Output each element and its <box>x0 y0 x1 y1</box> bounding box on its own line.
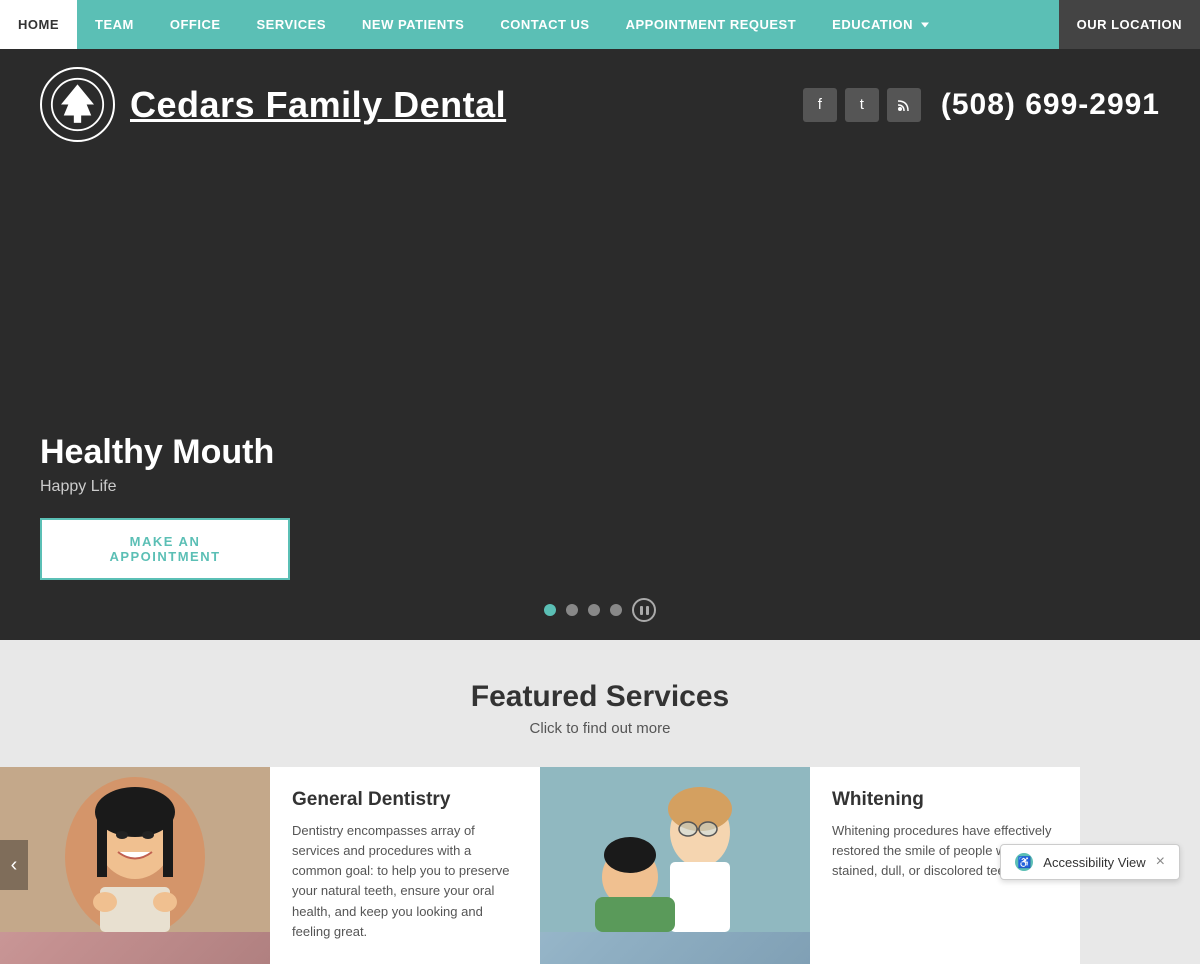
social-icons-group: f t <box>803 88 921 122</box>
person-2-illustration <box>540 767 810 932</box>
slide-dot-4[interactable] <box>610 604 622 616</box>
facebook-icon[interactable]: f <box>803 88 837 122</box>
featured-title: Featured Services <box>0 680 1200 714</box>
service-name-whitening: Whitening <box>832 789 1058 811</box>
pause-bar-right <box>646 606 649 615</box>
carousel-prev-button[interactable]: ‹ <box>0 840 28 890</box>
accessibility-close-button[interactable]: × <box>1156 854 1165 870</box>
slide-dot-1[interactable] <box>544 604 556 616</box>
header-branding: Cedars Family Dental <box>40 67 506 142</box>
nav-home[interactable]: HOME <box>0 0 77 49</box>
service-image-whitening[interactable] <box>540 767 810 964</box>
service-name-general-dentistry: General Dentistry <box>292 789 518 811</box>
main-navigation: HOME TEAM OFFICE SERVICES NEW PATIENTS C… <box>0 0 1200 49</box>
logo-tree-icon <box>50 77 105 132</box>
nav-appointment-request[interactable]: APPOINTMENT REQUEST <box>608 0 815 49</box>
nav-education-wrapper: EDUCATION <box>814 0 937 49</box>
slide-dot-3[interactable] <box>588 604 600 616</box>
hero-subtitle: Happy Life <box>40 478 1160 496</box>
slide-dot-2[interactable] <box>566 604 578 616</box>
nav-office[interactable]: OFFICE <box>152 0 239 49</box>
nav-services[interactable]: SERVICES <box>239 0 345 49</box>
service-desc-general-dentistry: Dentistry encompasses array of services … <box>292 821 518 942</box>
hero-section: Healthy Mouth Happy Life MAKE AN APPOINT… <box>0 160 1200 640</box>
make-appointment-button[interactable]: MAKE AN APPOINTMENT <box>40 518 290 580</box>
service-text-general-dentistry[interactable]: General Dentistry Dentistry encompasses … <box>270 767 540 964</box>
slideshow-dots <box>544 598 656 622</box>
pause-bar-left <box>640 606 643 615</box>
nav-team[interactable]: TEAM <box>77 0 152 49</box>
nav-education[interactable]: EDUCATION <box>814 17 937 32</box>
hero-content: Healthy Mouth Happy Life MAKE AN APPOINT… <box>0 433 1200 580</box>
featured-subtitle: Click to find out more <box>0 720 1200 737</box>
header-contact: f t (508) 699-2991 <box>803 88 1160 122</box>
service-image-general-dentistry[interactable] <box>0 767 270 964</box>
accessibility-icon: ♿ <box>1015 853 1033 871</box>
hero-title: Healthy Mouth <box>40 433 1160 472</box>
accessibility-label[interactable]: Accessibility View <box>1043 855 1145 870</box>
site-logo[interactable] <box>40 67 115 142</box>
featured-header: Featured Services Click to find out more <box>0 680 1200 737</box>
slideshow-pause-button[interactable] <box>632 598 656 622</box>
nav-new-patients[interactable]: NEW PATIENTS <box>344 0 482 49</box>
twitter-icon[interactable]: t <box>845 88 879 122</box>
featured-services-section: Featured Services Click to find out more… <box>0 640 1200 964</box>
accessibility-bar: ♿ Accessibility View × <box>1000 844 1180 880</box>
person-1-illustration <box>0 767 270 932</box>
site-header: Cedars Family Dental f t (508) 699-2991 <box>0 49 1200 160</box>
rss-icon[interactable] <box>887 88 921 122</box>
site-title[interactable]: Cedars Family Dental <box>130 84 506 126</box>
nav-contact-us[interactable]: CONTACT US <box>482 0 607 49</box>
phone-number[interactable]: (508) 699-2991 <box>941 88 1160 122</box>
nav-our-location[interactable]: OUR LOCATION <box>1059 0 1200 49</box>
rss-svg <box>897 98 911 112</box>
